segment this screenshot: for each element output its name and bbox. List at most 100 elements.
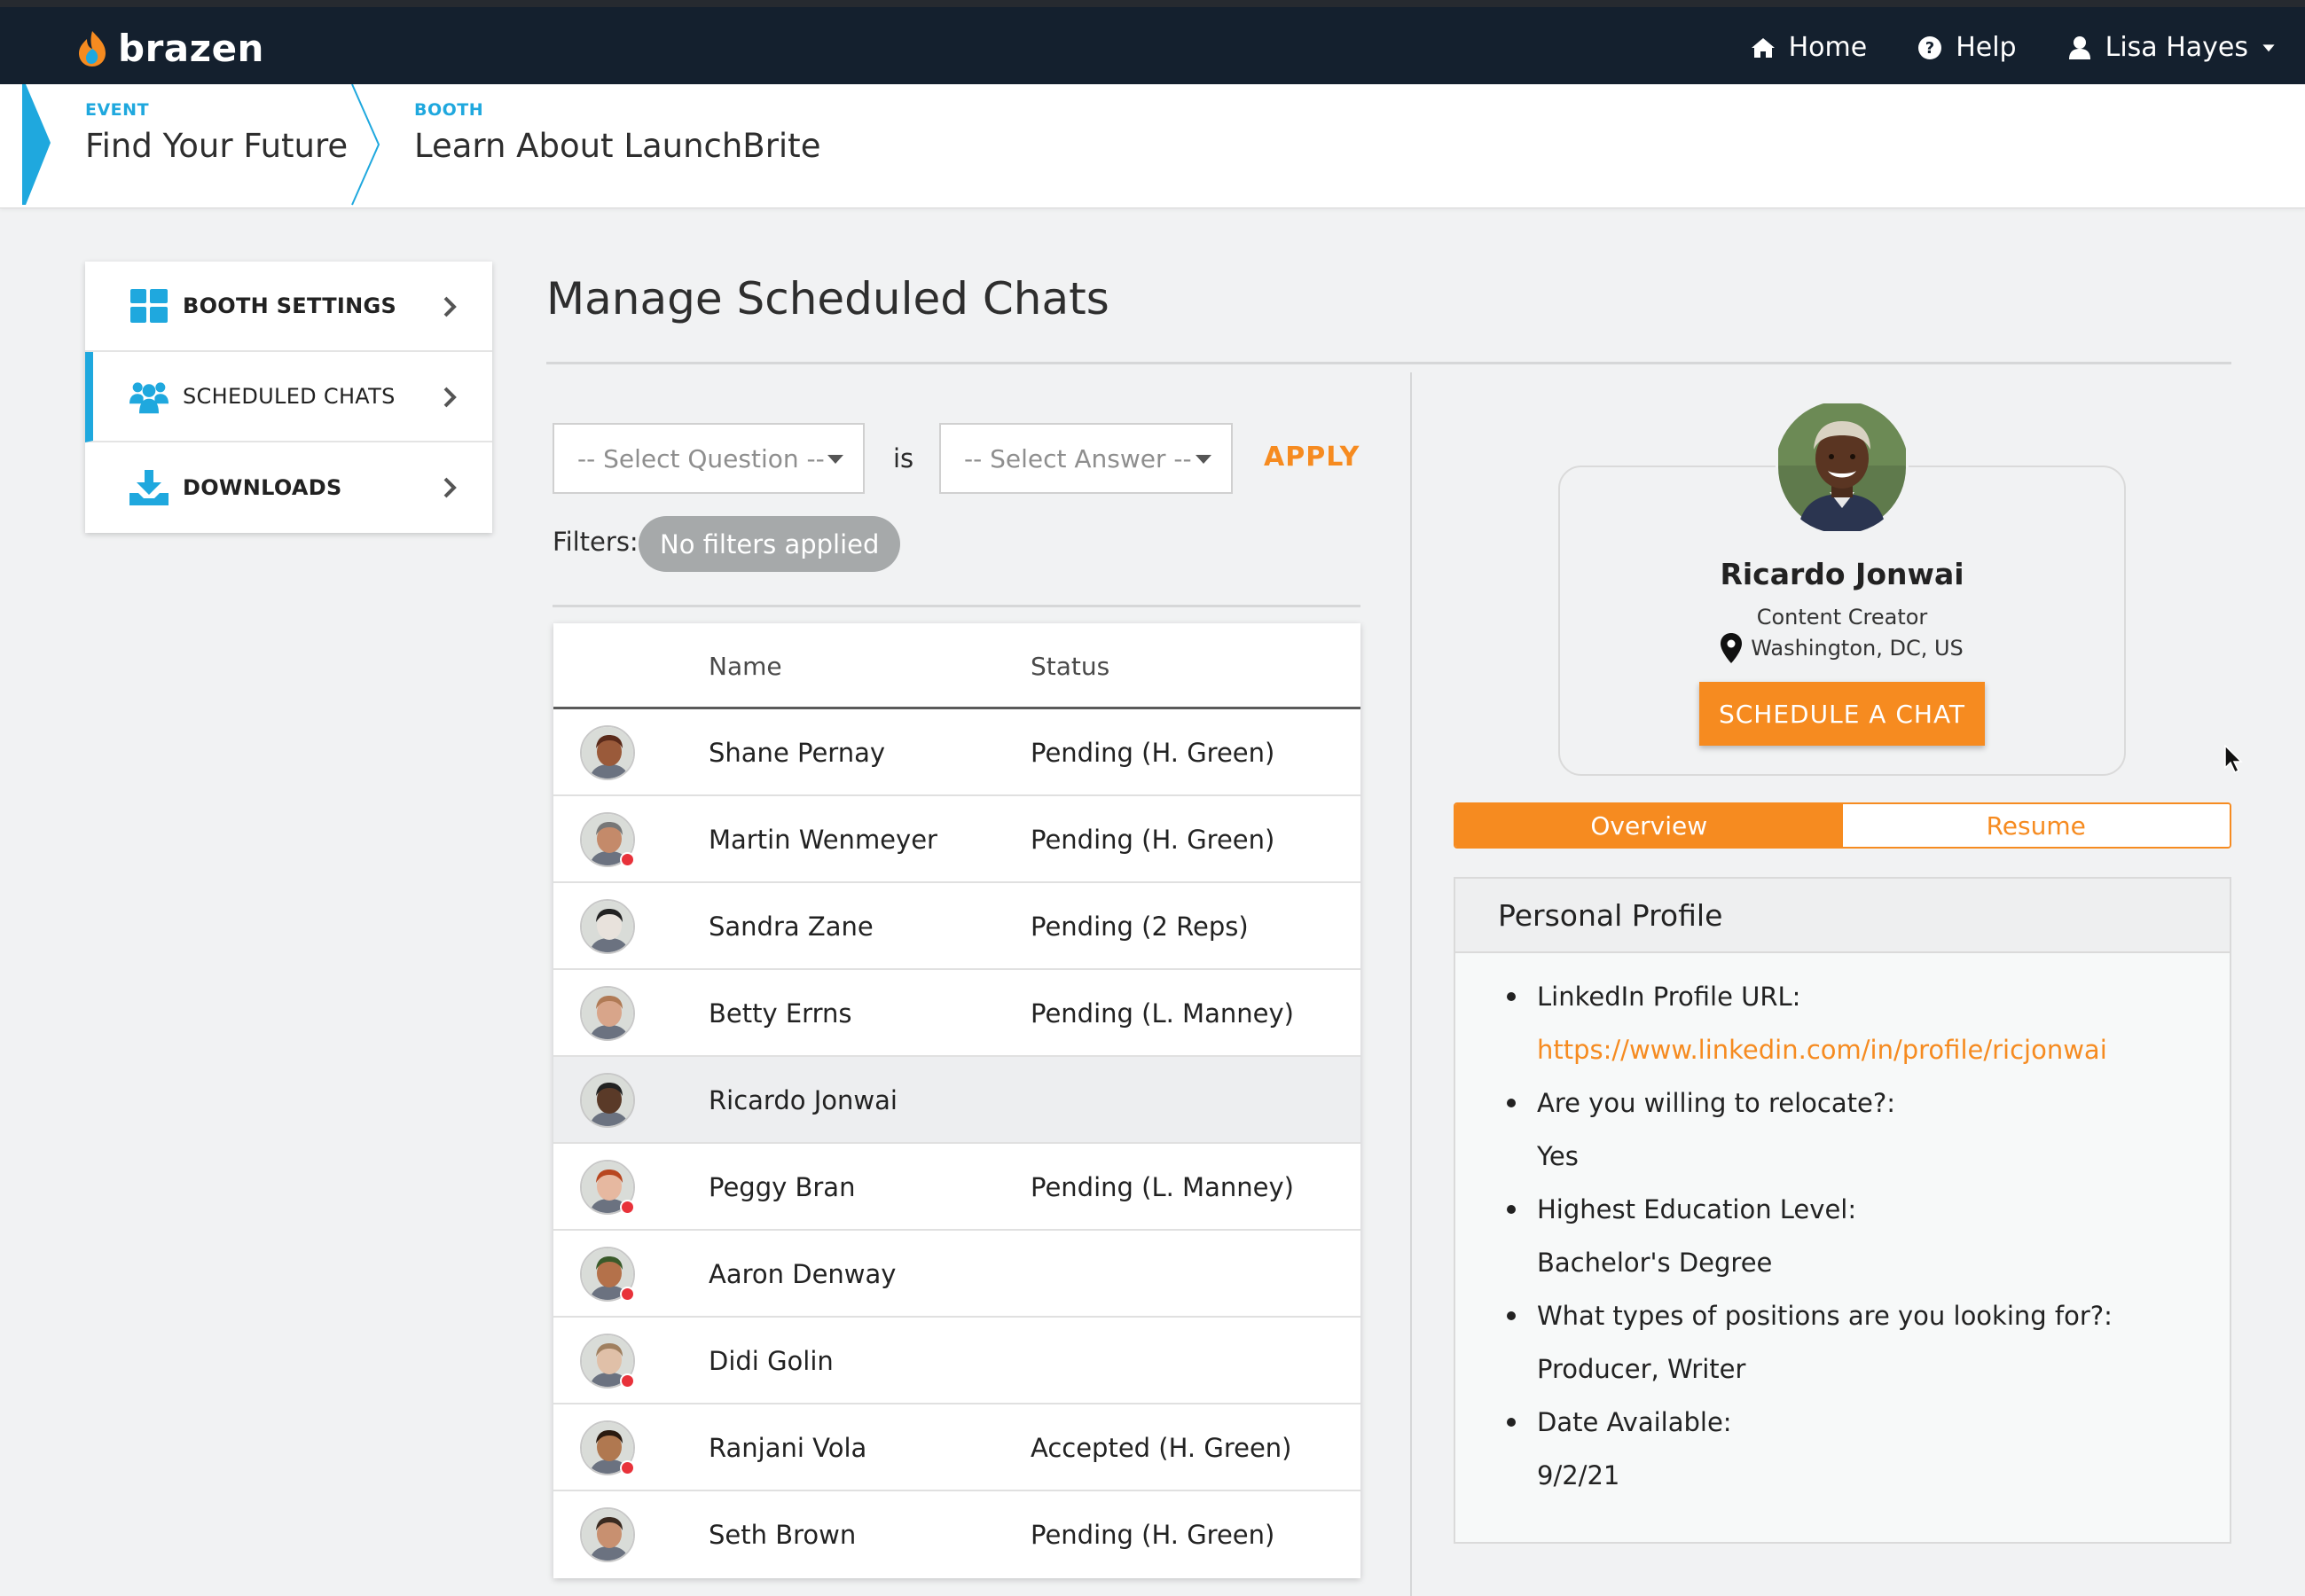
title-divider: [546, 362, 2231, 364]
avatar: [580, 1420, 635, 1475]
field-question: LinkedIn Profile URL:: [1537, 982, 1801, 1012]
breadcrumb: EVENT Find Your Future BOOTH Learn About…: [0, 84, 2305, 208]
answer-select[interactable]: -- Select Answer --: [939, 423, 1233, 494]
breadcrumb-event-name: Find Your Future: [85, 127, 349, 165]
profile-field-linkedin: LinkedIn Profile URL: https://www.linked…: [1507, 978, 2230, 1068]
profile-avatar: [1776, 401, 1909, 534]
profile-photo-icon: [1778, 403, 1906, 531]
personal-profile-panel: Personal Profile LinkedIn Profile URL: h…: [1454, 877, 2231, 1544]
avatar-photo: [582, 1509, 633, 1561]
row-name: Betty Errns: [709, 998, 852, 1029]
is-label: is: [893, 443, 914, 473]
table-row[interactable]: Aaron Denway: [553, 1231, 1360, 1318]
chevron-right-icon: [443, 477, 457, 498]
filters-label: Filters:: [553, 527, 639, 557]
table-row[interactable]: Betty Errns Pending (L. Manney): [553, 970, 1360, 1057]
field-question: Date Available:: [1537, 1407, 1732, 1437]
table-row[interactable]: Martin Wenmeyer Pending (H. Green): [553, 796, 1360, 883]
apply-button[interactable]: APPLY: [1264, 442, 1360, 473]
home-icon: [1751, 37, 1775, 58]
profile-tabs: Overview Resume: [1454, 802, 2231, 849]
online-status-dot: [620, 1460, 635, 1475]
field-question: Are you willing to relocate?:: [1537, 1088, 1895, 1118]
table-row[interactable]: Ricardo Jonwai: [553, 1057, 1360, 1144]
profile-field-education: Highest Education Level: Bachelor's Degr…: [1507, 1191, 2230, 1281]
table-row[interactable]: Didi Golin: [553, 1318, 1360, 1404]
field-question: What types of positions are you looking …: [1537, 1301, 2113, 1331]
caret-down-icon: [1196, 455, 1211, 464]
table-header: Name Status: [553, 623, 1360, 709]
nav-help[interactable]: ? Help: [1917, 32, 2017, 63]
row-name: Shane Pernay: [709, 738, 886, 768]
avatar: [580, 1073, 635, 1128]
filter-divider: [553, 605, 1360, 607]
panel-title: Personal Profile: [1455, 879, 2230, 953]
online-status-dot: [620, 1373, 635, 1389]
field-answer: 9/2/21: [1537, 1460, 1620, 1490]
avatar: [580, 899, 635, 954]
tab-overview[interactable]: Overview: [1455, 804, 1843, 847]
user-name: Lisa Hayes: [2105, 32, 2248, 63]
nav-help-label: Help: [1956, 32, 2017, 63]
nav-home[interactable]: Home: [1750, 32, 1867, 63]
avatar-photo: [582, 727, 633, 778]
row-status: Pending (H. Green): [1031, 1520, 1275, 1550]
profile-title: Content Creator: [1756, 605, 1928, 630]
tab-resume[interactable]: Resume: [1842, 804, 2230, 847]
sidebar-item-downloads[interactable]: DOWNLOADS: [85, 442, 492, 533]
profile-field-positions: What types of positions are you looking …: [1507, 1297, 2230, 1388]
sidebar-item-scheduled-chats[interactable]: SCHEDULED CHATS: [85, 352, 492, 442]
column-divider: [1410, 372, 1412, 1596]
top-navigation-bar: brazen Home ? Help Lisa Hayes: [0, 0, 2305, 84]
avatar: [580, 1160, 635, 1215]
row-name: Seth Brown: [709, 1520, 857, 1550]
avatar: [580, 725, 635, 780]
column-header-status[interactable]: Status: [1031, 652, 1109, 681]
chevron-right-icon: [443, 296, 457, 317]
sidebar-item-booth-settings[interactable]: BOOTH SETTINGS: [85, 262, 492, 352]
table-row[interactable]: Seth Brown Pending (H. Green): [553, 1491, 1360, 1578]
breadcrumb-accent-icon: [22, 84, 51, 205]
chevron-right-icon: [443, 387, 457, 408]
page-title: Manage Scheduled Chats: [546, 273, 1109, 325]
linkedin-url-link[interactable]: https://www.linkedin.com/in/profile/ricj…: [1537, 1031, 2230, 1068]
table-row[interactable]: Peggy Bran Pending (L. Manney): [553, 1144, 1360, 1231]
schedule-chat-button[interactable]: SCHEDULE A CHAT: [1699, 682, 1985, 746]
avatar-photo: [582, 901, 633, 952]
table-row[interactable]: Sandra Zane Pending (2 Reps): [553, 883, 1360, 970]
filter-status-badge: No filters applied: [639, 516, 901, 572]
avatar: [580, 812, 635, 867]
row-name: Sandra Zane: [709, 911, 874, 942]
avatar: [580, 1507, 635, 1562]
question-select[interactable]: -- Select Question --: [553, 423, 865, 494]
avatar-photo: [582, 988, 633, 1039]
row-name: Didi Golin: [709, 1346, 834, 1376]
breadcrumb-booth-name: Learn About LaunchBrite: [414, 127, 821, 165]
brazen-logo-icon: [79, 30, 106, 66]
field-answer: Yes: [1537, 1141, 1579, 1171]
table-row[interactable]: Shane Pernay Pending (H. Green): [553, 709, 1360, 796]
row-name: Aaron Denway: [709, 1259, 897, 1289]
field-answer: Bachelor's Degree: [1537, 1248, 1773, 1278]
user-menu[interactable]: Lisa Hayes: [2066, 32, 2277, 63]
breadcrumb-event[interactable]: EVENT Find Your Future: [85, 100, 348, 165]
grid-icon: [129, 286, 169, 325]
column-header-name[interactable]: Name: [709, 652, 782, 681]
row-status: Pending (H. Green): [1031, 825, 1275, 855]
row-name: Martin Wenmeyer: [709, 825, 937, 855]
row-name: Ricardo Jonwai: [709, 1085, 898, 1115]
question-select-placeholder: -- Select Question --: [577, 443, 825, 473]
breadcrumb-booth[interactable]: BOOTH Learn About LaunchBrite: [414, 100, 820, 165]
map-pin-icon: [1721, 633, 1743, 663]
brazen-logo[interactable]: brazen: [75, 27, 264, 70]
field-answer: Producer, Writer: [1537, 1354, 1746, 1384]
online-status-dot: [620, 1200, 635, 1215]
row-name: Ranjani Vola: [709, 1433, 867, 1463]
avatar: [580, 986, 635, 1041]
row-status: Accepted (H. Green): [1031, 1433, 1292, 1463]
row-status: Pending (2 Reps): [1031, 911, 1249, 942]
mouse-cursor-icon: [2224, 745, 2243, 774]
breadcrumb-booth-label: BOOTH: [414, 100, 484, 120]
avatar: [580, 1334, 635, 1389]
table-row[interactable]: Ranjani Vola Accepted (H. Green): [553, 1404, 1360, 1491]
